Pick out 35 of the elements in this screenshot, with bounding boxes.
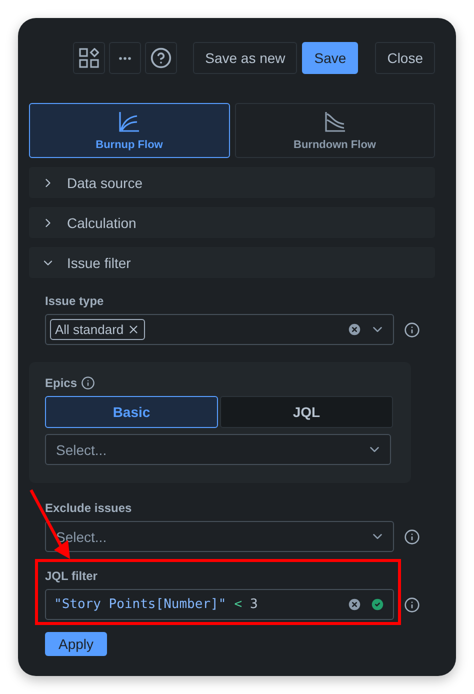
jql-query: "Story Points[Number]" < 3: [53, 597, 259, 612]
jql-input-field[interactable]: "Story Points[Number]" < 3: [45, 589, 394, 620]
help-button[interactable]: [145, 42, 178, 74]
more-icon: [119, 56, 132, 60]
chart-type-tab[interactable]: Burndown Flow: [234, 103, 435, 158]
section-header[interactable]: Issue filter: [29, 247, 435, 278]
field-label: Exclude issues: [45, 501, 133, 515]
remove-icon: [126, 323, 140, 336]
mode-tab[interactable]: Basic: [45, 396, 218, 428]
toolbar-button[interactable]: Save as new: [193, 42, 298, 74]
field-label: Issue type: [45, 294, 105, 308]
shapes-icon: [79, 48, 100, 68]
apply-button[interactable]: Apply: [45, 632, 107, 656]
tag: All standard: [50, 319, 145, 340]
shapes-button[interactable]: [73, 42, 106, 74]
section-header[interactable]: Data source: [29, 167, 435, 198]
field-label: Epics: [45, 376, 78, 390]
info-icon: [404, 322, 420, 338]
chart-type-tab[interactable]: Burnup Flow: [29, 103, 230, 158]
burndown-chart-icon: [324, 110, 346, 132]
toolbar-button[interactable]: Save: [302, 42, 358, 74]
mode-tab[interactable]: JQL: [220, 396, 393, 428]
epics-select[interactable]: Select...: [45, 434, 391, 465]
section-header[interactable]: Calculation: [29, 207, 435, 238]
info-icon: [81, 376, 96, 390]
info-icon: [404, 528, 420, 544]
field-label: JQL filter: [45, 569, 98, 583]
exclude-issues-select[interactable]: Select...: [45, 521, 394, 552]
info-icon: [404, 596, 420, 612]
issue-type-field[interactable]: All standard: [45, 314, 394, 345]
help-icon: [150, 47, 172, 69]
toolbar-button[interactable]: Close: [375, 42, 435, 74]
burnup-chart-icon: [118, 110, 140, 132]
clear-icon: [347, 597, 362, 612]
clear-icon: [347, 322, 362, 337]
